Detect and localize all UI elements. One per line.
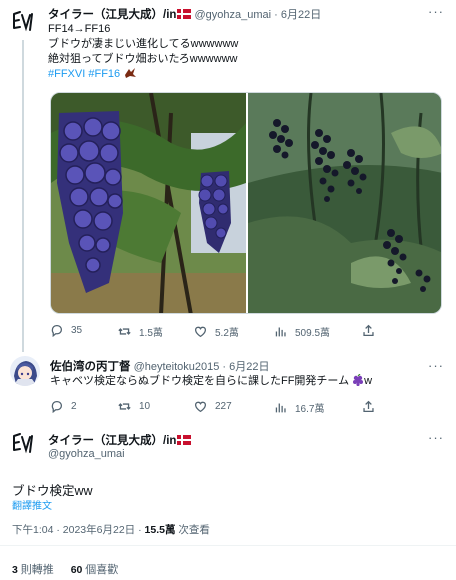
retweet-count: 10 <box>139 401 151 412</box>
grape-emoji-icon <box>353 373 364 387</box>
retweet-icon <box>118 328 131 335</box>
media-grid <box>50 92 442 314</box>
thread-line <box>22 40 24 352</box>
reply-count: 35 <box>71 325 83 336</box>
retweets-label: 則轉推 <box>20 564 54 576</box>
retweets-stat[interactable]: 3 則轉推 <box>12 564 54 576</box>
separator-dot: · <box>274 9 278 21</box>
reply-button[interactable]: 2 <box>50 400 77 413</box>
views-chart-icon <box>275 403 286 413</box>
media-image-ff16[interactable] <box>248 93 442 314</box>
heart-icon <box>194 401 207 413</box>
like-count: 227 <box>215 401 232 412</box>
share-icon <box>363 400 374 413</box>
hashtag-link[interactable]: #FFXVI <box>48 68 85 80</box>
tweet-date[interactable]: 6月22日 <box>229 361 269 373</box>
share-button[interactable] <box>362 400 375 413</box>
more-options-icon[interactable]: ··· <box>428 4 444 19</box>
ff16-emblem-icon <box>125 68 137 78</box>
likes-label: 個喜歡 <box>85 564 119 576</box>
views-count: 15.5萬 <box>144 524 176 536</box>
views-chart-icon <box>275 327 286 337</box>
like-button[interactable]: 5.2萬 <box>194 324 239 339</box>
denmark-flag-icon <box>177 435 192 445</box>
reply-text: キャベツ検定ならぬブドウ検定を自らに課したFF開発チーム w <box>50 373 373 389</box>
share-button[interactable] <box>362 324 375 337</box>
author-name[interactable]: 佐伯湾の丙丁督 <box>50 361 131 373</box>
reply-count: 2 <box>71 401 77 412</box>
tweet-time[interactable]: 下午1:04 <box>12 524 53 536</box>
tweet-full-date[interactable]: 2023年6月22日 <box>63 524 135 536</box>
separator-dot: · <box>138 524 142 536</box>
views-button[interactable]: 16.7萬 <box>274 400 324 415</box>
more-options-icon[interactable]: ··· <box>428 358 444 373</box>
avatar[interactable] <box>8 428 38 458</box>
separator-dot: · <box>56 524 60 536</box>
author-name[interactable]: タイラー（江見大成）/in <box>48 435 176 447</box>
avatar[interactable] <box>10 356 40 386</box>
retweet-count: 1.5萬 <box>139 328 163 339</box>
tweet-line: FF14→FF16 <box>48 23 111 35</box>
views-label: 次查看 <box>178 524 210 536</box>
tweet-date[interactable]: 6月22日 <box>281 9 321 21</box>
retweet-icon <box>118 403 131 410</box>
tweet-line: ブドウが凄まじい進化してるwwwwww <box>48 38 239 50</box>
retweet-button[interactable]: 1.5萬 <box>118 324 163 339</box>
grape-images <box>51 93 442 314</box>
likes-count: 60 <box>70 564 83 576</box>
views-count: 16.7萬 <box>295 404 325 415</box>
media-image-ff14[interactable] <box>51 93 246 314</box>
reply-icon <box>51 400 63 413</box>
more-options-icon[interactable]: ··· <box>428 430 444 445</box>
engagement-stats: 3 則轉推 60 個喜歡 <box>12 561 118 577</box>
likes-stat[interactable]: 60 個喜歡 <box>71 564 119 576</box>
anime-avatar-icon <box>10 356 40 386</box>
avatar[interactable] <box>8 6 38 36</box>
reply-button[interactable]: 35 <box>50 324 82 337</box>
heart-icon <box>194 326 207 338</box>
like-count: 5.2萬 <box>215 328 239 339</box>
logo-avatar-icon <box>13 11 33 32</box>
share-icon <box>363 324 374 337</box>
translate-link[interactable]: 翻譯推文 <box>12 497 52 512</box>
tweet-meta: 下午1:04 · 2023年6月22日 · 15.5萬 次查看 <box>12 522 210 537</box>
divider <box>0 545 456 546</box>
reply-text-suffix: w <box>364 375 373 387</box>
author-handle[interactable]: @heyteitoku2015 <box>134 361 220 373</box>
tweet-line: 絶対狙ってブドウ畑おいたろwwwwww <box>48 53 238 65</box>
reply-icon <box>51 324 63 337</box>
denmark-flag-icon <box>177 9 192 19</box>
reply-text-body: キャベツ検定ならぬブドウ検定を自らに課したFF開発チーム <box>50 375 350 387</box>
logo-avatar-icon <box>13 433 33 454</box>
views-button[interactable]: 509.5萬 <box>274 324 330 339</box>
separator-dot: · <box>222 361 227 373</box>
retweet-button[interactable]: 10 <box>118 400 150 413</box>
author-handle[interactable]: @gyohza_umai <box>48 448 125 460</box>
hashtag-link[interactable]: #FF16 <box>88 68 120 80</box>
author-handle[interactable]: @gyohza_umai <box>194 9 271 21</box>
retweets-count: 3 <box>12 564 18 576</box>
views-count: 509.5萬 <box>295 328 331 339</box>
author-name[interactable]: タイラー（江見大成）/in <box>48 9 176 21</box>
tweet-text: FF14→FF16 ブドウが凄まじい進化してるwwwwww 絶対狙ってブドウ畑お… <box>48 22 238 82</box>
like-button[interactable]: 227 <box>194 400 232 413</box>
